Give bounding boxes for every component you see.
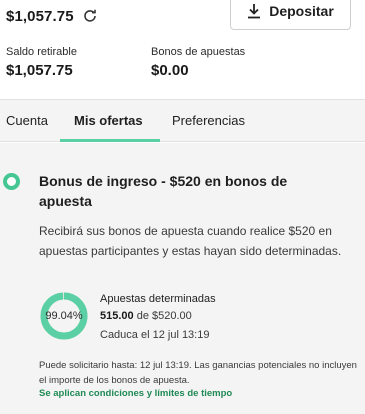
offer-radio[interactable]	[3, 173, 20, 190]
bonus-value: $0.00	[151, 62, 189, 79]
deposit-button-label: Depositar	[269, 3, 334, 19]
withdrawable-label: Saldo retirable	[6, 46, 77, 58]
bonus-balance: Bonos de apuestas $0.00	[151, 46, 245, 79]
wager-total: $520.00	[152, 310, 192, 322]
offer-description: Recibirá sus bonos de apuesta cuando rea…	[39, 224, 342, 258]
tab-cuenta[interactable]: Cuenta	[6, 100, 48, 142]
wager-title: Apuestas determinadas	[100, 293, 216, 305]
account-tabs: Cuenta Mis ofertas Preferencias	[0, 100, 365, 142]
progress-percent: 99.04%	[45, 310, 83, 322]
offer-panel: Bonus de ingreso - $520 en bonos de apue…	[0, 143, 365, 414]
deposit-button[interactable]: Depositar	[230, 0, 351, 30]
total-balance: $1,057.75	[6, 7, 74, 25]
wager-amount: 515.00 de $520.00	[100, 309, 216, 324]
wager-of: de	[136, 310, 149, 322]
claim-note: Puede solicitario hasta: 12 jul 13:19. L…	[39, 360, 357, 386]
download-icon	[247, 3, 261, 19]
wager-done: 515.00	[100, 310, 134, 322]
refresh-icon[interactable]	[83, 9, 97, 23]
offer-title: Bonus de ingreso - $520 en bonos de apue…	[39, 173, 288, 209]
terms-link[interactable]: Se aplican condiciones y límites de tiem…	[39, 388, 232, 399]
wager-progress: Apuestas determinadas 515.00 de $520.00 …	[100, 292, 216, 343]
withdrawable-value: $1,057.75	[6, 62, 73, 79]
tab-preferencias[interactable]: Preferencias	[172, 100, 245, 142]
active-tab-indicator	[60, 139, 160, 142]
account-header: $1,057.75 Depositar Saldo retirable $1,0…	[0, 0, 365, 100]
tab-mis-ofertas[interactable]: Mis ofertas	[74, 100, 143, 142]
withdrawable-balance: Saldo retirable $1,057.75	[6, 46, 77, 79]
balance-row: $1,057.75	[6, 6, 97, 26]
bonus-label: Bonos de apuestas	[151, 46, 246, 58]
offer-expiry: Caduca el 12 jul 13:19	[100, 329, 210, 341]
